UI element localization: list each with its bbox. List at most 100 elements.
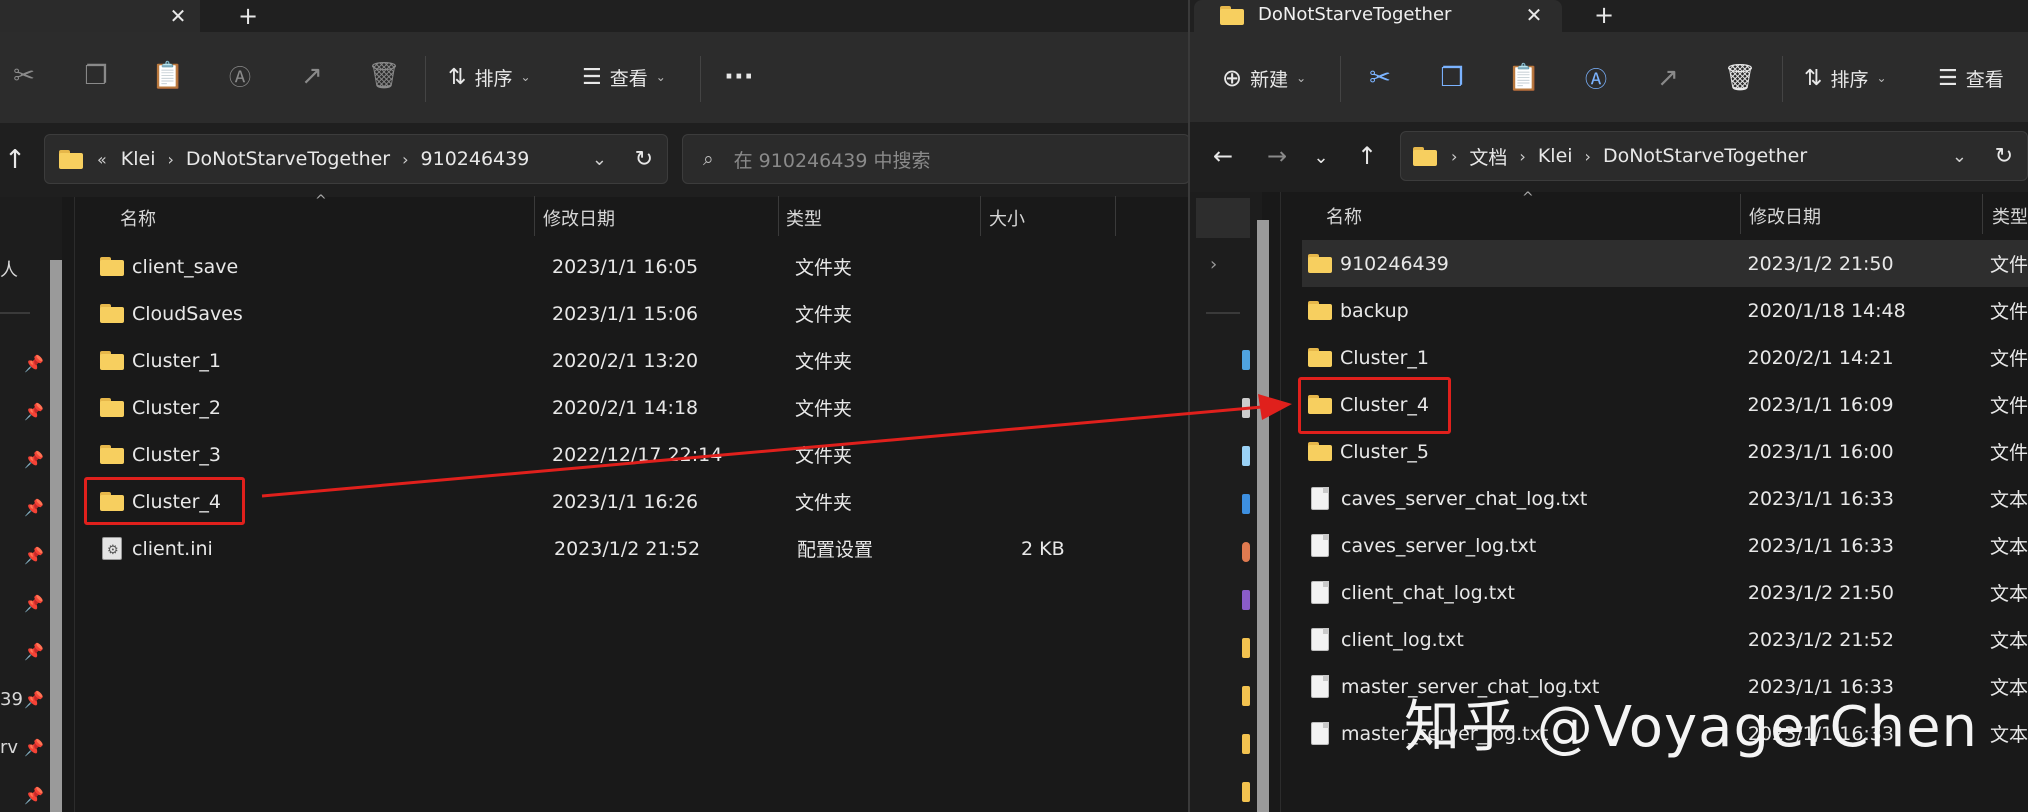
paste-icon[interactable]: 📋 — [1506, 60, 1542, 96]
delete-icon[interactable]: 🗑 — [1722, 60, 1758, 96]
list-item[interactable]: Cluster_1 2020/2/1 13:20 文件夹 — [100, 337, 1160, 384]
left-new-tab-button[interactable]: + — [230, 0, 266, 32]
column-separator[interactable] — [1982, 194, 1983, 234]
nav-item-selected[interactable] — [1196, 198, 1250, 238]
crumb-klei[interactable]: Klei — [121, 148, 156, 170]
more-button[interactable]: ··· — [724, 62, 754, 92]
list-item[interactable]: backup 2020/1/18 14:48 文件 — [1302, 287, 2028, 334]
sort-button[interactable]: ⇅ 排序 ⌄ — [1804, 62, 1887, 94]
view-button[interactable]: ☰ 查看 — [1938, 62, 2004, 94]
list-item[interactable]: Cluster_1 2020/2/1 14:21 文件 — [1302, 334, 2028, 381]
address-overflow[interactable]: « — [97, 150, 107, 169]
nav-item-partial[interactable]: 人 — [0, 256, 18, 282]
list-item[interactable]: client.ini 2023/1/2 21:52 配置设置 2 KB — [100, 525, 1160, 572]
rename-icon[interactable]: Ⓐ — [222, 58, 258, 94]
list-item[interactable]: CloudSaves 2023/1/1 15:06 文件夹 — [100, 290, 1160, 337]
nav-drive-icon[interactable] — [1242, 542, 1250, 562]
rename-icon[interactable]: Ⓐ — [1578, 60, 1614, 96]
copy-icon[interactable]: ❐ — [1434, 60, 1470, 96]
refresh-icon[interactable]: ↻ — [1995, 144, 2013, 169]
list-item[interactable]: Cluster_2 2020/2/1 14:18 文件夹 — [100, 384, 1160, 431]
pin-icon[interactable]: 📌 — [24, 642, 44, 661]
column-header-date[interactable]: 修改日期 — [1749, 203, 1821, 229]
crumb-donotstarvetogether[interactable]: DoNotStarveTogether — [186, 148, 390, 170]
pin-icon[interactable]: 📌 — [24, 594, 44, 613]
nav-drive-icon[interactable] — [1242, 350, 1250, 370]
list-item[interactable]: client_chat_log.txt 2023/1/2 21:50 文本 — [1302, 569, 2028, 616]
right-new-tab-button[interactable]: + — [1586, 0, 1622, 30]
list-item[interactable]: Cluster_5 2023/1/1 16:00 文件 — [1302, 428, 2028, 475]
column-header-size[interactable]: 大小 — [989, 205, 1025, 231]
up-arrow-icon[interactable]: ↑ — [1352, 138, 1382, 174]
nav-folder-icon[interactable] — [1242, 638, 1250, 658]
share-icon[interactable]: ↗ — [294, 58, 330, 94]
pin-icon[interactable]: 📌 — [24, 546, 44, 565]
nav-drive-icon[interactable] — [1242, 398, 1250, 418]
view-button[interactable]: ☰ 查看 ⌄ — [582, 62, 666, 92]
nav-drive-icon[interactable] — [1242, 494, 1250, 514]
chevron-right-icon[interactable]: › — [1210, 254, 1217, 275]
nav-folder-icon[interactable] — [1242, 734, 1250, 754]
list-item[interactable]: Cluster_3 2022/12/17 22:14 文件夹 — [100, 431, 1160, 478]
pin-icon[interactable]: 📌 — [24, 786, 44, 805]
cut-icon[interactable]: ✂ — [6, 58, 42, 94]
search-input[interactable]: ⌕ 在 910246439 中搜索 — [682, 134, 1190, 184]
chevron-down-icon[interactable]: ⌄ — [592, 149, 607, 170]
pin-icon[interactable]: 📌 — [24, 450, 44, 469]
copy-icon[interactable]: ❐ — [78, 58, 114, 94]
crumb-910246439[interactable]: 910246439 — [421, 148, 530, 170]
list-item[interactable]: client_log.txt 2023/1/2 21:52 文本 — [1302, 616, 2028, 663]
pin-icon[interactable]: 📌 — [24, 738, 44, 757]
column-separator[interactable] — [980, 196, 981, 236]
nav-drive-icon[interactable] — [1242, 590, 1250, 610]
pane-splitter[interactable] — [74, 197, 75, 812]
right-tab-close-icon[interactable]: ✕ — [1518, 0, 1550, 30]
cut-icon[interactable]: ✂ — [1362, 60, 1398, 96]
column-header-type[interactable]: 类型 — [1992, 203, 2028, 229]
file-name: Cluster_1 — [132, 349, 222, 372]
recent-locations-chevron-icon[interactable]: ⌄ — [1306, 140, 1336, 174]
column-header-date[interactable]: 修改日期 — [543, 205, 615, 231]
pin-icon[interactable]: 📌 — [24, 498, 44, 517]
column-header-name[interactable]: 名称 — [1326, 203, 1362, 229]
pin-icon[interactable]: 📌 — [24, 354, 44, 373]
forward-arrow-icon[interactable]: → — [1262, 138, 1292, 174]
chevron-down-icon[interactable]: ⌄ — [1952, 146, 1967, 167]
left-nav-scrollbar[interactable] — [50, 260, 62, 812]
back-arrow-icon[interactable]: ← — [1208, 138, 1238, 174]
crumb-donotstarvetogether[interactable]: DoNotStarveTogether — [1603, 145, 1807, 167]
nav-item-partial[interactable]: 39 — [0, 689, 23, 710]
refresh-icon[interactable]: ↻ — [635, 147, 653, 172]
nav-folder-icon[interactable] — [1242, 686, 1250, 706]
nav-folder-icon[interactable] — [1242, 782, 1250, 802]
list-item[interactable]: client_save 2023/1/1 16:05 文件夹 — [100, 243, 1160, 290]
crumb-documents[interactable]: 文档 — [1469, 143, 1507, 170]
list-item[interactable]: caves_server_log.txt 2023/1/1 16:33 文本 — [1302, 522, 2028, 569]
list-item[interactable]: Cluster_4 2023/1/1 16:26 文件夹 — [100, 478, 1160, 525]
pane-splitter[interactable] — [1280, 192, 1281, 812]
sort-button[interactable]: ⇅ 排序 ⌄ — [448, 62, 531, 92]
column-separator[interactable] — [778, 196, 779, 236]
right-nav-scrollbar[interactable] — [1257, 220, 1269, 812]
crumb-klei[interactable]: Klei — [1538, 145, 1573, 167]
column-separator[interactable] — [534, 196, 535, 236]
column-header-name[interactable]: 名称 — [120, 205, 156, 231]
up-arrow-icon[interactable]: ↑ — [0, 142, 30, 178]
pin-icon[interactable]: 📌 — [24, 402, 44, 421]
pin-icon[interactable]: 📌 — [24, 690, 44, 709]
column-separator[interactable] — [1115, 196, 1116, 236]
column-separator[interactable] — [1740, 194, 1741, 234]
share-icon[interactable]: ↗ — [1650, 60, 1686, 96]
right-tab-title[interactable]: DoNotStarveTogether — [1258, 4, 1451, 25]
list-item[interactable]: caves_server_chat_log.txt 2023/1/1 16:33… — [1302, 475, 2028, 522]
left-tab-close-icon[interactable]: ✕ — [160, 0, 196, 32]
nav-drive-icon[interactable] — [1242, 446, 1250, 466]
delete-icon[interactable]: 🗑 — [366, 58, 402, 94]
list-item-selected[interactable]: 910246439 2023/1/2 21:50 文件 — [1302, 240, 2028, 287]
new-button[interactable]: ⊕ 新建 ⌄ — [1222, 62, 1306, 94]
nav-item-partial[interactable]: rv — [0, 737, 18, 758]
left-address-bar[interactable]: « Klei › DoNotStarveTogether › 910246439… — [44, 134, 668, 184]
right-address-bar[interactable]: › 文档 › Klei › DoNotStarveTogether ⌄ ↻ — [1400, 131, 2028, 181]
paste-icon[interactable]: 📋 — [150, 58, 186, 94]
column-header-type[interactable]: 类型 — [786, 205, 822, 231]
